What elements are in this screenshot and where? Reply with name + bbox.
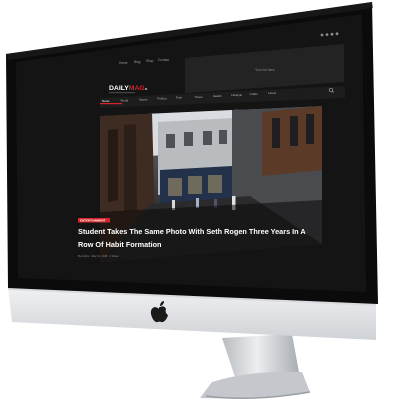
nav-item[interactable]: Latest [268,91,276,95]
instagram-icon[interactable] [335,32,339,36]
nav-item[interactable]: World [120,98,128,102]
nav-item[interactable]: Travel [194,95,203,99]
topbar-link[interactable]: Home [119,61,128,65]
ad-text: Your Ad here [255,68,275,72]
topbar-link[interactable]: Blog [134,60,141,64]
hero-title-line2[interactable]: Row Of Habit Formation [78,240,162,249]
logo-mag: MAG [129,85,145,92]
topbar-link[interactable]: Shop [146,59,154,63]
logo-daily: DAILY [109,85,129,92]
imac-mockup: Home Blog Shop Contact DAILYMAGc Your Ad… [0,0,420,410]
nav-item[interactable]: Health [213,94,222,98]
hero-title-line1[interactable]: Student Takes The Same Photo With Seth R… [78,227,306,236]
nav-item[interactable]: News [102,99,110,103]
hero-image[interactable] [100,106,322,262]
nav-item[interactable]: Crafts [250,92,259,96]
google-plus-icon[interactable] [330,32,334,36]
twitter-icon[interactable] [325,33,329,36]
nav-item[interactable]: Lifestyle [231,93,242,97]
nav-item[interactable]: Politics [157,97,167,101]
facebook-icon[interactable] [320,33,324,37]
category-label: ENTERTAINMENT [80,219,106,223]
imac-illustration: Home Blog Shop Contact DAILYMAGc Your Ad… [6,2,378,399]
svg-text:DAILYMAGc: DAILYMAGc [109,85,148,92]
logo[interactable]: DAILYMAGc [109,85,148,94]
topbar-link[interactable]: Contact [158,58,169,62]
nav-item[interactable]: Sports [139,97,148,101]
nav-item[interactable]: Tech [176,96,183,100]
stand [200,334,311,399]
hero-meta: By Author · May 14, 2018 · 2 Views [78,254,119,258]
